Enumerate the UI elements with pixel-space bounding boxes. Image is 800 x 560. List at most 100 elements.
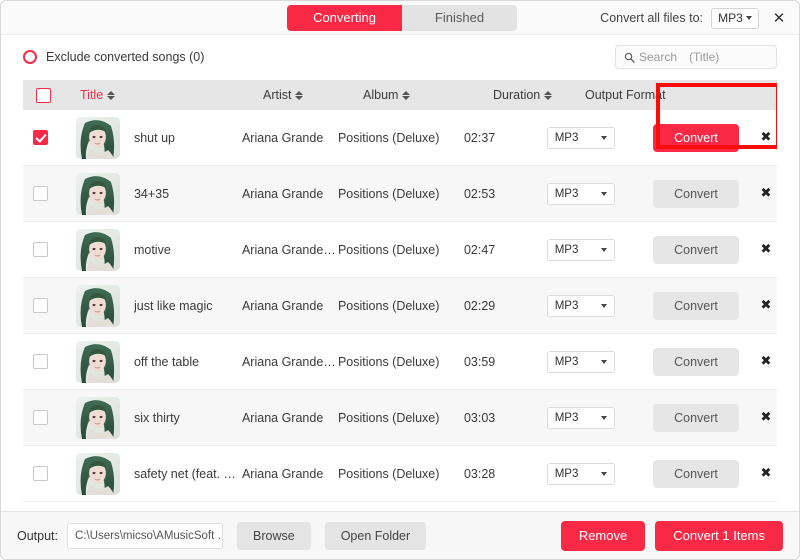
row-select-cell xyxy=(23,298,59,313)
row-format-select[interactable]: MP3 xyxy=(546,294,615,317)
row-duration-cell: 02:53 xyxy=(464,187,547,201)
select-all-checkbox[interactable] xyxy=(35,87,51,103)
table-row[interactable]: six thirty Ariana Grande Positions (Delu… xyxy=(23,390,777,446)
convert-all-format-value: MP3 xyxy=(718,11,743,25)
row-remove-icon[interactable]: ✖ xyxy=(755,295,777,317)
row-format-select[interactable]: MP3 xyxy=(546,126,615,149)
row-format-cell: MP3 xyxy=(546,294,633,317)
row-format-cell: MP3 xyxy=(546,462,633,485)
row-select-cell xyxy=(23,354,59,369)
header-duration-label: Duration xyxy=(493,88,541,102)
album-art-image xyxy=(75,340,120,383)
header-title[interactable]: Title xyxy=(63,88,263,102)
row-convert-button[interactable]: Convert xyxy=(653,347,739,376)
album-art-thumbnail xyxy=(75,172,120,215)
sort-icon[interactable] xyxy=(295,90,304,100)
row-title: off the table xyxy=(133,354,200,369)
row-checkbox[interactable] xyxy=(33,466,49,481)
row-format-select[interactable]: MP3 xyxy=(546,350,615,373)
row-album: Positions (Deluxe) xyxy=(337,298,440,313)
row-remove-icon[interactable]: ✖ xyxy=(755,239,777,261)
row-format-select[interactable]: MP3 xyxy=(546,238,615,261)
open-folder-button[interactable]: Open Folder xyxy=(324,521,427,550)
table-row[interactable]: safety net (feat. Ty … Ariana Grande Pos… xyxy=(23,446,777,502)
row-actions-cell: Convert ✖ xyxy=(633,459,777,488)
row-convert-button[interactable]: Convert xyxy=(653,459,739,488)
bottom-bar: Output: C:\Users\micso\AMusicSoft … Brow… xyxy=(1,511,799,559)
sort-icon[interactable] xyxy=(544,90,553,100)
row-convert-button[interactable]: Convert xyxy=(653,291,739,320)
search-placeholder: Search (Title) xyxy=(639,50,720,64)
header-album[interactable]: Album xyxy=(363,88,493,102)
tab-converting[interactable]: Converting xyxy=(287,5,402,31)
exclude-converted-toggle[interactable]: Exclude converted songs (0) xyxy=(23,50,204,64)
row-title-cell: off the table xyxy=(59,340,242,383)
row-album-cell: Positions (Deluxe) xyxy=(338,467,464,481)
row-format-select[interactable]: MP3 xyxy=(546,462,615,485)
row-artist: Ariana Grande xyxy=(241,298,324,313)
row-convert-button[interactable]: Convert xyxy=(653,179,739,208)
row-format-cell: MP3 xyxy=(546,182,633,205)
table-row[interactable]: shut up Ariana Grande Positions (Deluxe)… xyxy=(23,110,777,166)
album-art-thumbnail xyxy=(75,340,120,383)
row-remove-icon[interactable]: ✖ xyxy=(755,183,777,205)
sort-icon[interactable] xyxy=(402,90,411,100)
row-checkbox[interactable] xyxy=(33,298,49,313)
row-checkbox[interactable] xyxy=(33,354,49,369)
row-format-value: MP3 xyxy=(554,467,579,480)
sort-icon[interactable] xyxy=(107,90,116,100)
row-convert-button[interactable]: Convert xyxy=(653,123,739,152)
header-duration[interactable]: Duration xyxy=(493,88,585,102)
row-format-select[interactable]: MP3 xyxy=(546,406,615,429)
row-artist-cell: Ariana Grande & … xyxy=(242,355,338,369)
row-title-cell: six thirty xyxy=(59,396,242,439)
tab-finished[interactable]: Finished xyxy=(402,5,517,31)
row-duration-cell: 03:59 xyxy=(464,355,547,369)
album-art-image xyxy=(75,172,120,215)
browse-button[interactable]: Browse xyxy=(237,521,311,550)
row-duration: 02:53 xyxy=(463,186,496,201)
convert-all-format-select[interactable]: MP3 xyxy=(711,7,759,29)
row-remove-icon[interactable]: ✖ xyxy=(755,407,777,429)
table-row[interactable]: motive Ariana Grande & … Positions (Delu… xyxy=(23,222,777,278)
row-title-cell: just like magic xyxy=(59,284,242,327)
row-title: motive xyxy=(133,242,171,257)
close-icon[interactable]: ✕ xyxy=(771,10,787,26)
row-artist: Ariana Grande & … xyxy=(241,242,338,257)
exclude-converted-label: Exclude converted songs (0) xyxy=(46,50,205,64)
table-row[interactable]: 34+35 Ariana Grande Positions (Deluxe) 0… xyxy=(23,166,777,222)
row-remove-icon[interactable]: ✖ xyxy=(755,351,777,373)
row-format-value: MP3 xyxy=(554,187,579,200)
row-title-cell: motive xyxy=(59,228,242,271)
row-convert-button[interactable]: Convert xyxy=(653,403,739,432)
remove-button[interactable]: Remove xyxy=(560,520,646,551)
row-format-value: MP3 xyxy=(554,131,579,144)
output-path-field[interactable]: C:\Users\micso\AMusicSoft … xyxy=(67,522,223,549)
row-duration-cell: 02:37 xyxy=(464,131,547,145)
row-artist-cell: Ariana Grande xyxy=(242,299,338,313)
row-artist: Ariana Grande xyxy=(241,130,324,145)
album-art-image xyxy=(75,116,120,159)
convert-items-button[interactable]: Convert 1 Items xyxy=(655,520,783,551)
row-artist-cell: Ariana Grande & … xyxy=(242,243,338,257)
table-row[interactable]: off the table Ariana Grande & … Position… xyxy=(23,334,777,390)
album-art-image xyxy=(75,452,120,495)
header-artist[interactable]: Artist xyxy=(263,88,363,102)
row-format-cell: MP3 xyxy=(546,406,633,429)
row-remove-icon[interactable]: ✖ xyxy=(755,463,777,485)
chevron-down-icon xyxy=(600,303,607,308)
row-remove-icon[interactable]: ✖ xyxy=(755,127,777,149)
album-art-thumbnail xyxy=(75,284,120,327)
row-convert-button[interactable]: Convert xyxy=(653,235,739,264)
row-album: Positions (Deluxe) xyxy=(337,186,440,201)
chevron-down-icon xyxy=(600,191,607,196)
row-format-select[interactable]: MP3 xyxy=(546,182,615,205)
row-checkbox[interactable] xyxy=(33,130,49,145)
table-row[interactable]: just like magic Ariana Grande Positions … xyxy=(23,278,777,334)
row-checkbox[interactable] xyxy=(33,242,49,257)
search-input[interactable]: Search (Title) xyxy=(615,45,777,69)
row-checkbox[interactable] xyxy=(33,410,49,425)
row-checkbox[interactable] xyxy=(33,186,49,201)
row-album-cell: Positions (Deluxe) xyxy=(338,299,464,313)
row-title: shut up xyxy=(133,130,175,145)
